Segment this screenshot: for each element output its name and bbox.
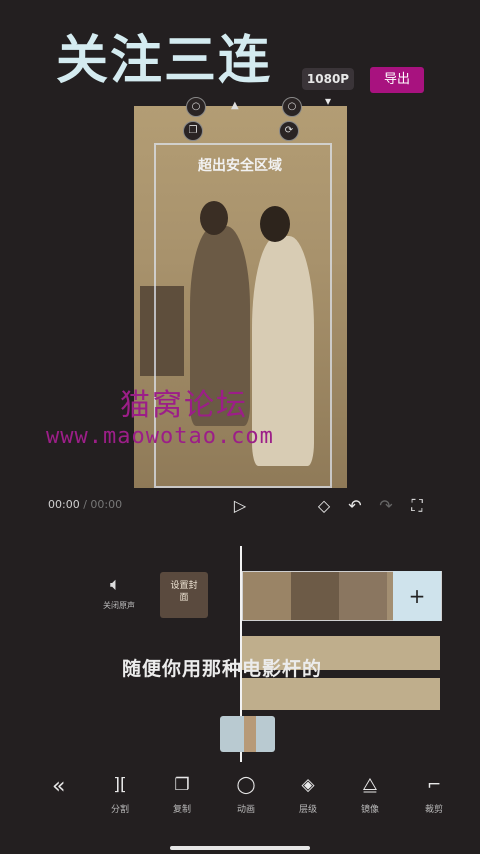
clip-frame (291, 572, 339, 620)
mirror-icon: ⧋ (362, 775, 378, 795)
keyframe-icon[interactable]: ◇ (312, 494, 336, 518)
copy-layer-handle-icon[interactable]: ❐ (183, 121, 203, 141)
rotate-handle-icon[interactable]: ○ (186, 97, 206, 117)
tool-animation[interactable]: ◯ 动画 (226, 774, 266, 815)
timecode: 00:00 / 00:00 (48, 498, 122, 511)
scale-handle-icon[interactable]: ○ (282, 97, 302, 117)
tool-label: 镜像 (360, 805, 379, 815)
text-track-clip-2[interactable] (242, 678, 440, 710)
home-indicator[interactable] (170, 846, 310, 850)
selected-clip-strip (244, 716, 256, 752)
split-icon: ][ (113, 775, 127, 795)
watermark-title: 猫窝论坛 (120, 388, 248, 423)
undo-icon[interactable]: ↶ (343, 494, 367, 518)
resize-handle-icon[interactable]: ⟳ (279, 121, 299, 141)
export-button[interactable]: 导出 (370, 67, 424, 93)
tool-label: 层级 (298, 805, 317, 815)
cover-label: 设置封面 (170, 581, 198, 603)
total-time: / 00:00 (83, 498, 123, 511)
animation-icon: ◯ (236, 775, 256, 795)
mute-label[interactable]: 关闭原声 (103, 600, 135, 611)
tool-crop[interactable]: ⌐ 裁剪 (414, 774, 454, 815)
tool-label: 分割 (110, 805, 129, 815)
play-icon[interactable]: ▷ (228, 494, 252, 518)
tool-label: 动画 (236, 805, 255, 815)
tool-label: 复制 (172, 805, 191, 815)
speaker-icon[interactable]: 🔈︎ (110, 574, 121, 595)
tool-layers[interactable]: ◈ 层级 (288, 774, 328, 815)
redo-icon[interactable]: ↷ (374, 494, 398, 518)
layers-icon: ◈ (301, 775, 315, 795)
copy-icon: ❐ (174, 775, 190, 795)
watermark-url: www.maowotao.com (46, 424, 274, 449)
crop-icon: ⌐ (426, 775, 442, 795)
safe-zone-label: 超出安全区域 (198, 158, 282, 174)
anchor-point-icon: ▲ (231, 100, 239, 111)
fullscreen-icon[interactable]: ⛶ (405, 494, 429, 518)
tool-split[interactable]: ][ 分割 (100, 774, 140, 815)
tool-mirror[interactable]: ⧋ 镜像 (350, 774, 390, 815)
selected-clip-thumbnail[interactable] (220, 716, 275, 752)
resolution-value: 1080P (306, 72, 350, 86)
resolution-dropdown[interactable]: 1080P ▾ (302, 68, 354, 108)
overlay-title: 关注三连 (56, 31, 273, 91)
clip-frame (339, 572, 387, 620)
collapse-icon[interactable]: « (52, 774, 65, 799)
add-clip-button[interactable]: + (393, 571, 441, 621)
caption-text: 随便你用那种电影杆的 (122, 658, 323, 680)
current-time: 00:00 (48, 498, 80, 511)
tool-label: 裁剪 (424, 805, 443, 815)
clip-frame (243, 572, 291, 620)
tool-copy[interactable]: ❐ 复制 (162, 774, 202, 815)
